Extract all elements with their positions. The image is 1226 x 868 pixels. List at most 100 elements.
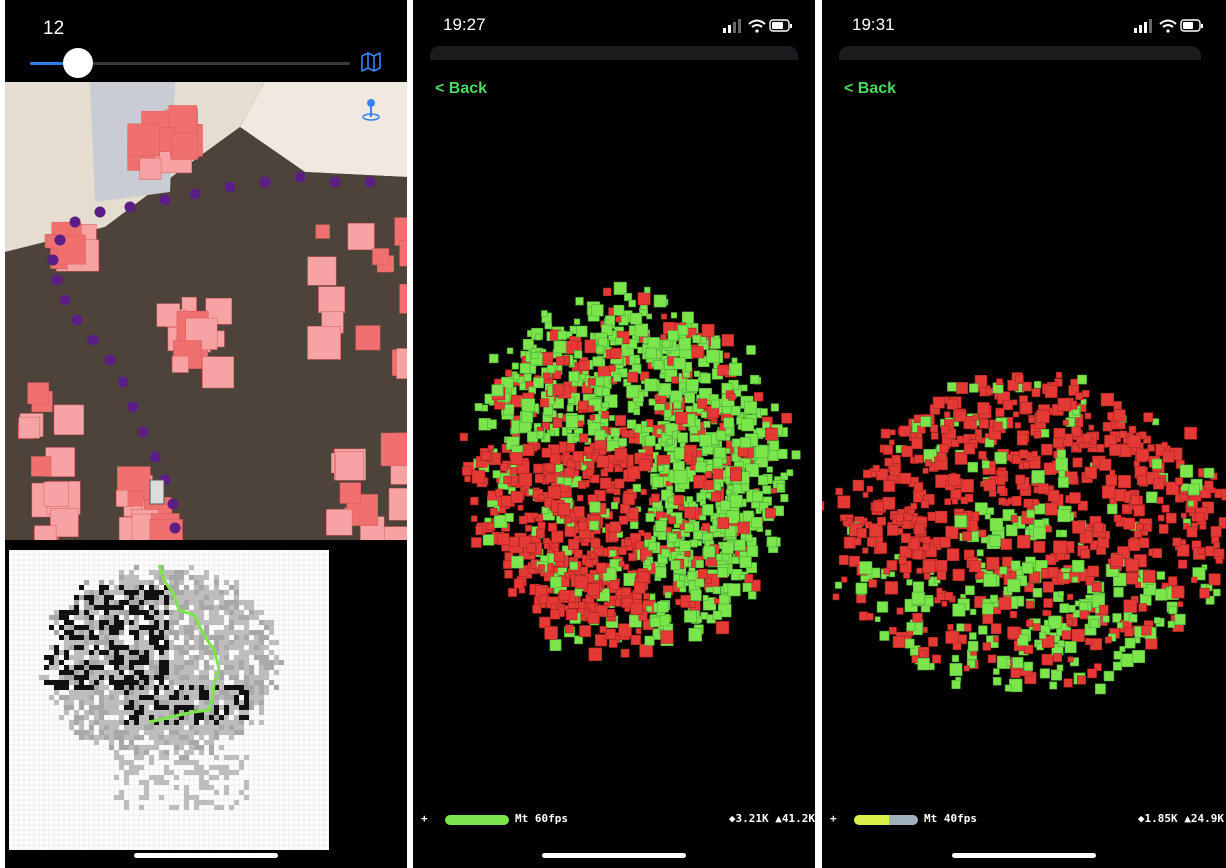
voxel: [532, 512, 539, 519]
voxel: [697, 398, 708, 409]
voxel: [1079, 601, 1089, 611]
grid-cell: [149, 640, 154, 645]
voxel-point-cloud[interactable]: [822, 0, 1226, 868]
voxel-point-cloud[interactable]: [413, 0, 815, 868]
grid-cell: [69, 725, 74, 730]
location-pin-icon[interactable]: [360, 97, 382, 123]
voxel: [1179, 464, 1194, 478]
map-icon[interactable]: [360, 51, 382, 73]
grid-cell: [134, 710, 139, 715]
grid-cell: [184, 675, 189, 680]
grid-cell: [109, 610, 114, 615]
slider-knob[interactable]: [63, 48, 93, 78]
voxel: [1057, 508, 1071, 523]
grid-cell: [184, 605, 189, 610]
grid-cell: [169, 600, 174, 605]
grid-cell: [174, 735, 179, 740]
grid-cell: [194, 575, 199, 580]
home-indicator[interactable]: [952, 853, 1096, 858]
grid-cell: [134, 680, 139, 685]
grid-cell: [139, 780, 144, 785]
voxel: [725, 427, 733, 435]
voxel: [912, 612, 923, 624]
grid-cell: [124, 710, 129, 715]
slider-track[interactable]: [30, 48, 350, 78]
voxel: [690, 589, 702, 601]
ar-camera-view[interactable]: [5, 82, 407, 540]
grid-cell: [149, 600, 154, 605]
voxel: [703, 420, 711, 428]
grid-cell: [159, 635, 164, 640]
grid-cell: [219, 600, 224, 605]
voxel: [684, 453, 693, 463]
voxel: [760, 408, 768, 416]
home-indicator[interactable]: [134, 853, 278, 858]
grid-cell: [114, 725, 119, 730]
grid-cell: [149, 775, 154, 780]
trajectory-dot: [69, 216, 81, 228]
voxel: [613, 373, 622, 382]
grid-cell: [184, 705, 189, 710]
grid-cell: [99, 710, 104, 715]
grid-cell: [149, 735, 154, 740]
grid-cell: [179, 615, 184, 620]
grid-cell: [189, 675, 194, 680]
voxel: [1210, 526, 1222, 538]
voxel: [982, 613, 994, 625]
voxel: [568, 538, 580, 550]
voxel: [646, 313, 653, 320]
grid-cell: [114, 795, 119, 800]
voxel: [693, 370, 701, 377]
grid-cell: [249, 685, 254, 690]
grid-cell: [209, 600, 214, 605]
voxel: [525, 524, 533, 532]
voxel: [970, 608, 977, 615]
voxel: [661, 313, 667, 320]
grid-cell: [114, 600, 119, 605]
voxel: [1009, 571, 1017, 578]
grid-cell: [239, 680, 244, 685]
home-indicator[interactable]: [542, 853, 686, 858]
voxel: [866, 613, 874, 621]
grid-cell: [119, 630, 124, 635]
voxel: [1130, 495, 1140, 505]
grid-cell: [44, 655, 49, 660]
voxel: [963, 442, 976, 455]
grid-cell: [144, 720, 149, 725]
grid-cell: [99, 640, 104, 645]
grid-cell: [149, 680, 154, 685]
grid-cell: [54, 655, 59, 660]
grid-cell: [234, 755, 239, 760]
grid-cell: [79, 640, 84, 645]
grid-cell: [104, 730, 109, 735]
grid-cell: [244, 685, 249, 690]
voxel: [917, 657, 930, 671]
grid-cell: [54, 610, 59, 615]
stats-plus[interactable]: +: [830, 812, 837, 825]
grid-cell: [119, 715, 124, 720]
stats-plus[interactable]: +: [421, 812, 428, 825]
grid-cell: [164, 630, 169, 635]
voxel-viewer-screen-2: 19:31 < Back + Mt 40fps ◆1.85K ▲24.9K: [822, 0, 1226, 868]
voxel: [753, 392, 764, 402]
occupancy-grid-map[interactable]: [8, 549, 330, 851]
voxel: [939, 536, 951, 548]
voxel: [880, 573, 887, 580]
voxel: [1126, 572, 1138, 585]
voxel: [701, 522, 710, 531]
grid-cell: [89, 615, 94, 620]
back-button[interactable]: < Back: [844, 80, 896, 98]
grid-cell: [264, 675, 269, 680]
grid-cell: [154, 745, 159, 750]
trajectory-dot: [149, 451, 161, 463]
grid-cell: [179, 745, 184, 750]
grid-cell: [129, 670, 134, 675]
grid-cell: [104, 700, 109, 705]
grid-cell: [59, 625, 64, 630]
voxel: [643, 532, 652, 540]
voxel: [523, 373, 532, 382]
grid-cell: [159, 710, 164, 715]
grid-cell: [204, 575, 209, 580]
back-button[interactable]: < Back: [435, 80, 487, 98]
voxel-block: [139, 157, 162, 180]
